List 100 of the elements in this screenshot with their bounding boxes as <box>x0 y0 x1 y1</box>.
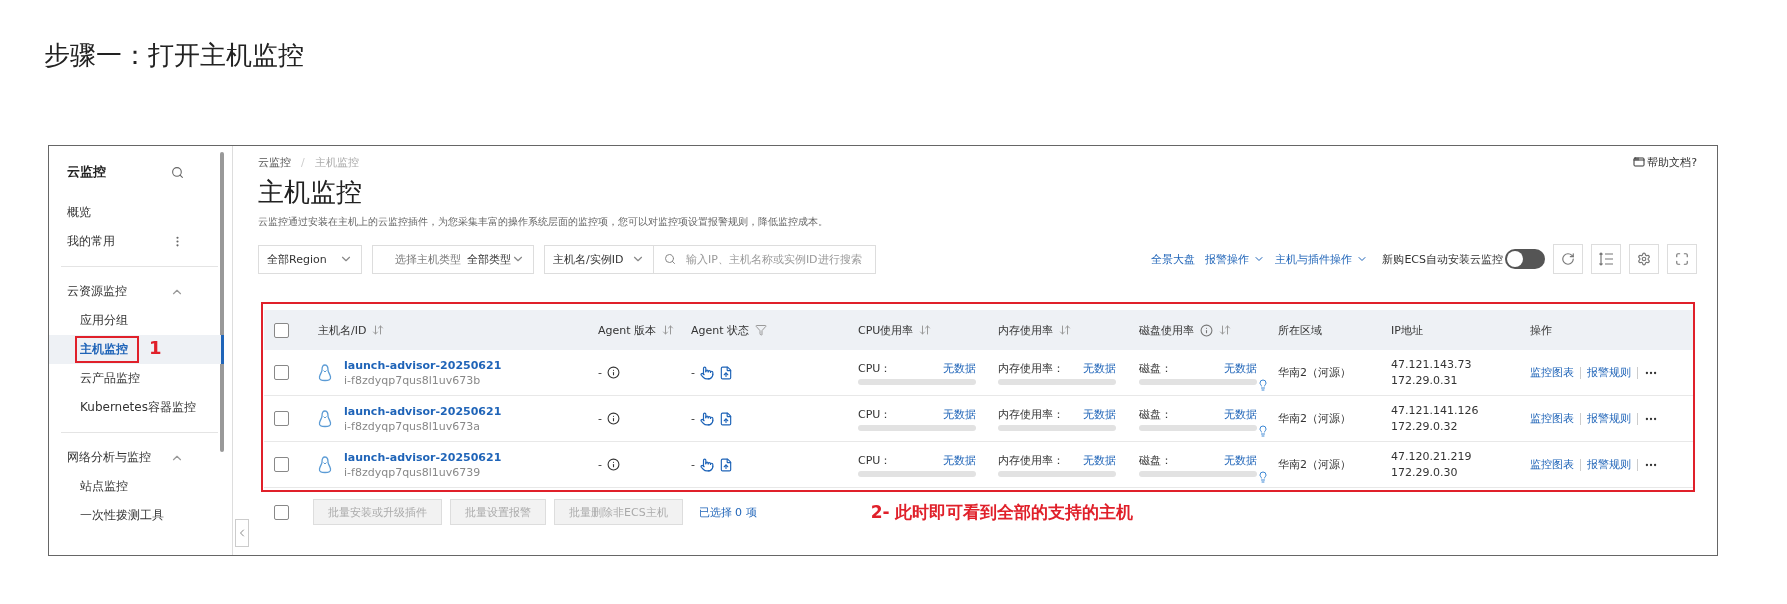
info-icon <box>607 458 620 471</box>
step-heading: 步骤一：打开主机监控 <box>44 39 305 72</box>
settings-button[interactable] <box>1629 244 1659 274</box>
search-by-select[interactable]: 主机名/实例ID <box>544 244 654 274</box>
public-ip: 47.121.141.126 <box>1391 404 1480 417</box>
sort-icon[interactable] <box>662 324 675 336</box>
auto-install-toggle[interactable] <box>1505 249 1545 269</box>
no-data-link[interactable]: 无数据 <box>1224 452 1257 468</box>
checkbox[interactable] <box>274 504 289 520</box>
file-upload-icon[interactable] <box>719 411 733 426</box>
sort-icon[interactable] <box>1219 324 1231 336</box>
checkbox[interactable] <box>274 322 289 338</box>
operation-link[interactable]: 报警规则 <box>1587 365 1631 380</box>
sort-icon[interactable] <box>1059 324 1071 336</box>
selected-count: 已选择 0 项 <box>698 504 757 520</box>
no-data-link[interactable]: 无数据 <box>943 452 976 468</box>
no-data-link[interactable]: 无数据 <box>1224 406 1257 422</box>
info-icon <box>607 366 620 379</box>
row-height-button[interactable] <box>1591 244 1621 274</box>
row-height-icon <box>1598 251 1614 267</box>
no-data-link[interactable]: 无数据 <box>1083 406 1116 422</box>
collapse-handle[interactable] <box>235 519 249 547</box>
operation-link[interactable]: 报警规则 <box>1587 457 1631 472</box>
settings-icon <box>1637 252 1651 266</box>
metric-label: 磁盘： <box>1139 406 1172 422</box>
refresh-button[interactable] <box>1553 244 1583 274</box>
agent-status: - <box>691 366 695 379</box>
hand-pointer-icon[interactable] <box>700 411 714 426</box>
sidebar-item[interactable]: Kubernetes容器监控 <box>49 393 224 422</box>
operation-link[interactable]: 报警规则 <box>1587 411 1631 426</box>
metric-label: CPU： <box>858 406 892 422</box>
breadcrumb-item[interactable]: 云监控 <box>258 154 291 170</box>
agent-version: - <box>598 412 602 425</box>
sort-icon[interactable] <box>919 324 932 336</box>
sidebar-item[interactable]: 主机监控 1 <box>49 335 224 364</box>
no-data-link[interactable]: 无数据 <box>1224 360 1257 376</box>
hand-pointer-icon[interactable] <box>700 457 714 472</box>
no-data-link[interactable]: 无数据 <box>943 406 976 422</box>
sidebar-item[interactable]: 概览 <box>49 198 232 227</box>
action-link[interactable]: 报警操作 <box>1205 251 1266 267</box>
search-field[interactable]: 输入IP、主机名称或实例ID进行搜索 <box>654 244 876 274</box>
hand-pointer-icon[interactable] <box>700 365 714 380</box>
breadcrumb-separator: / <box>301 155 305 169</box>
operation-link[interactable]: 监控图表 <box>1530 365 1574 380</box>
fullscreen-icon <box>1675 252 1689 266</box>
column-header: Agent 版本 <box>598 322 691 338</box>
host-name-link[interactable]: launch-advisor-20250621 <box>344 358 502 372</box>
action-link[interactable]: 全景大盘 <box>1151 251 1196 267</box>
sidebar-item[interactable]: 云产品监控 <box>49 364 224 393</box>
no-data-link[interactable]: 无数据 <box>943 360 976 376</box>
metric-label: 磁盘： <box>1139 452 1172 468</box>
file-upload-icon[interactable] <box>719 365 733 380</box>
region-select[interactable]: 全部Region <box>258 244 362 274</box>
scrollbar-thumb[interactable] <box>220 152 224 452</box>
private-ip: 172.29.0.30 <box>1391 466 1459 479</box>
toggle-label: 新购ECS自动安装云监控 <box>1382 251 1503 267</box>
host-name-link[interactable]: launch-advisor-20250621 <box>344 404 502 418</box>
fullscreen-button[interactable] <box>1667 244 1697 274</box>
filter-icon[interactable] <box>755 324 768 336</box>
sort-icon[interactable] <box>372 324 385 336</box>
column-header: 操作 <box>1530 322 1553 338</box>
sidebar-item[interactable]: 我的常用 <box>49 227 232 256</box>
host-name-link[interactable]: launch-advisor-20250621 <box>344 450 502 464</box>
checkbox[interactable] <box>274 365 289 380</box>
agent-status: - <box>691 458 695 471</box>
info-icon <box>1200 323 1213 337</box>
metric-label: 磁盘： <box>1139 360 1172 376</box>
lightbulb-icon[interactable] <box>1257 425 1269 437</box>
sidebar-group[interactable]: 云资源监控 <box>67 283 127 300</box>
sidebar-item[interactable]: 站点监控 <box>49 472 224 501</box>
lightbulb-icon[interactable] <box>1257 471 1269 483</box>
sidebar-group[interactable]: 网络分析与监控 <box>67 449 151 466</box>
breadcrumb-item: 主机监控 <box>314 154 359 170</box>
instance-id: i-f8zdyqp7qus8l1uv673a <box>344 419 482 433</box>
page-description: 云监控通过安装在主机上的云监控插件，为您采集丰富的操作系统层面的监控项，您可以对监控项设置报警规则，降低监控成本。 <box>258 215 829 229</box>
no-data-link[interactable]: 无数据 <box>1083 360 1116 376</box>
sidebar-item[interactable]: 一次性拨测工具 <box>49 501 224 530</box>
operation-link[interactable]: 监控图表 <box>1530 411 1574 426</box>
file-upload-icon[interactable] <box>719 457 733 472</box>
lightbulb-icon[interactable] <box>1257 379 1269 391</box>
action-link[interactable]: 主机与插件操作 <box>1275 251 1369 267</box>
info-icon <box>607 412 620 425</box>
type-select[interactable]: 选择主机类型 全部类型 <box>372 244 534 274</box>
operation-link[interactable]: 监控图表 <box>1530 457 1574 472</box>
no-data-link[interactable]: 无数据 <box>1083 452 1116 468</box>
checkbox[interactable] <box>274 457 289 472</box>
sidebar-title: 云监控 <box>67 163 106 181</box>
search-icon[interactable] <box>171 165 184 179</box>
metric-label: 内存使用率： <box>998 452 1064 468</box>
agent-status: - <box>691 412 695 425</box>
private-ip: 172.29.0.32 <box>1391 420 1459 433</box>
instance-id: i-f8zdyqp7qus8l1uv6739 <box>344 465 482 479</box>
column-header: 所在区域 <box>1278 322 1323 338</box>
checkbox[interactable] <box>274 411 289 426</box>
sidebar-item[interactable]: 应用分组 <box>49 306 224 335</box>
metric-label: CPU： <box>858 452 892 468</box>
agent-version: - <box>598 458 602 471</box>
help-link[interactable]: 帮助文档? <box>1633 154 1697 170</box>
instance-id: i-f8zdyqp7qus8l1uv673b <box>344 373 482 387</box>
private-ip: 172.29.0.31 <box>1391 374 1459 387</box>
